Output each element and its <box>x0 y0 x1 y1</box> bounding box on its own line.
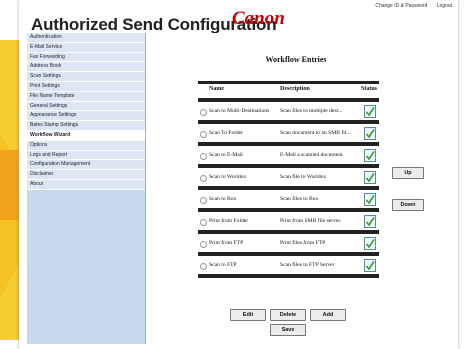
row-select-radio[interactable] <box>200 197 207 204</box>
sidebar-item-general-settings[interactable]: General Settings <box>27 101 145 112</box>
workflow-name: Scan to FTP <box>209 262 237 268</box>
checkmark-icon <box>365 129 375 139</box>
workflow-description: Print from SMB file server. <box>280 218 342 224</box>
table-row[interactable]: Scan to FTP Scan files to FTP Server <box>198 252 379 274</box>
workflow-description: Scan file to Worldox <box>280 174 327 180</box>
workflow-description: Scan files to multiple dest... <box>280 108 343 114</box>
column-header-description: Description <box>280 86 310 92</box>
sidebar: Authentication E-Mail Service Fax Forwardi… <box>27 33 146 344</box>
workflow-name: Print from FTP <box>209 240 244 246</box>
row-select-radio[interactable] <box>200 241 207 248</box>
status-checkbox-icon[interactable] <box>364 105 376 118</box>
checkmark-icon <box>365 173 375 183</box>
down-button[interactable]: Down <box>392 199 424 211</box>
sidebar-item-e-mail-service[interactable]: E-Mail Service <box>27 42 145 53</box>
change-id-password-link[interactable]: Change ID & Password <box>375 3 427 9</box>
table-row[interactable]: Scan To Folder Scan document to an SMB fi… <box>198 120 379 142</box>
workflow-description: Scan files to FTP Server <box>280 262 335 268</box>
workflow-table: Name Description Status Scan to Multi-De… <box>198 81 379 278</box>
column-header-status: Status <box>361 86 378 92</box>
config-page: Change ID & Password Logout Authorized S… <box>19 0 458 349</box>
sidebar-item-file-name-template[interactable]: File Name Template <box>27 91 145 102</box>
workflow-description: Print files from FTP <box>280 240 326 246</box>
table-footer-bar <box>198 274 379 278</box>
edit-button[interactable]: Edit <box>230 309 266 321</box>
canon-logo: Canon <box>232 8 285 29</box>
sidebar-item-logs-and-report[interactable]: Logs and Report <box>27 150 145 161</box>
save-button[interactable]: Save <box>270 324 306 336</box>
table-row[interactable]: Scan to E-Mail E-Mail a scanned document. <box>198 142 379 164</box>
sidebar-item-appearance-settings[interactable]: Appearance Settings <box>27 111 145 122</box>
top-links: Change ID & Password Logout <box>367 3 452 9</box>
workflow-name: Scan To Folder <box>209 130 243 136</box>
up-button[interactable]: Up <box>392 167 424 179</box>
row-select-radio[interactable] <box>200 109 207 116</box>
column-header-name: Name <box>209 86 224 92</box>
sidebar-item-bates-stamp-settings[interactable]: Bates Stamp Settings <box>27 121 145 131</box>
sidebar-item-about[interactable]: About <box>27 179 145 190</box>
row-select-radio[interactable] <box>200 175 207 182</box>
workflow-description: Scan document to an SMB fil... <box>280 130 351 136</box>
status-checkbox-icon[interactable] <box>364 127 376 140</box>
workflow-name: Scan to Worldox <box>209 174 247 180</box>
checkmark-icon <box>365 195 375 205</box>
row-select-radio[interactable] <box>200 153 207 160</box>
checkmark-icon <box>365 239 375 249</box>
checkmark-icon <box>365 217 375 227</box>
logout-link[interactable]: Logout <box>437 3 452 9</box>
table-row[interactable]: Scan to Box Scan files to Box <box>198 186 379 208</box>
row-select-radio[interactable] <box>200 263 207 270</box>
sidebar-item-scan-settings[interactable]: Scan Settings <box>27 72 145 82</box>
status-checkbox-icon[interactable] <box>364 259 376 272</box>
sidebar-item-address-book[interactable]: Address Book <box>27 62 145 73</box>
main-content: Workflow Entries Name Description Status… <box>146 33 452 344</box>
table-row[interactable]: Scan to Worldox Scan file to Worldox <box>198 164 379 186</box>
workflow-name: Scan to Multi-Destinations <box>209 108 270 114</box>
status-checkbox-icon[interactable] <box>364 237 376 250</box>
checkmark-icon <box>365 261 375 271</box>
sidebar-item-options[interactable]: Options <box>27 140 145 151</box>
checkmark-icon <box>365 107 375 117</box>
status-checkbox-icon[interactable] <box>364 193 376 206</box>
workflow-description: E-Mail a scanned document. <box>280 152 344 158</box>
workflow-description: Scan files to Box <box>280 196 319 202</box>
delete-button[interactable]: Delete <box>270 309 306 321</box>
sidebar-item-authentication[interactable]: Authentication <box>27 33 145 43</box>
table-header: Name Description Status <box>198 81 379 98</box>
workflow-name: Scan to E-Mail <box>209 152 243 158</box>
sidebar-item-workflow-wizard[interactable]: Workflow Wizard <box>27 130 145 141</box>
sidebar-item-print-settings[interactable]: Print Settings <box>27 81 145 92</box>
workflow-name: Scan to Box <box>209 196 237 202</box>
sidebar-item-disclaimer[interactable]: Disclaimer <box>27 170 145 180</box>
status-checkbox-icon[interactable] <box>364 171 376 184</box>
row-select-radio[interactable] <box>200 131 207 138</box>
table-row[interactable]: Scan to Multi-Destinations Scan files to … <box>198 98 379 120</box>
checkmark-icon <box>365 151 375 161</box>
status-checkbox-icon[interactable] <box>364 215 376 228</box>
background-graphic <box>0 150 18 220</box>
row-select-radio[interactable] <box>200 219 207 226</box>
table-row[interactable]: Print from Folder Print from SMB file ser… <box>198 208 379 230</box>
table-row[interactable]: Print from FTP Print files from FTP <box>198 230 379 252</box>
sidebar-item-configuration-management[interactable]: Configuration Management <box>27 160 145 171</box>
sidebar-item-fax-forwarding[interactable]: Fax Forwarding <box>27 52 145 63</box>
workflow-entries-heading: Workflow Entries <box>265 55 327 64</box>
workflow-name: Print from Folder <box>209 218 249 224</box>
status-checkbox-icon[interactable] <box>364 149 376 162</box>
add-button[interactable]: Add <box>310 309 346 321</box>
